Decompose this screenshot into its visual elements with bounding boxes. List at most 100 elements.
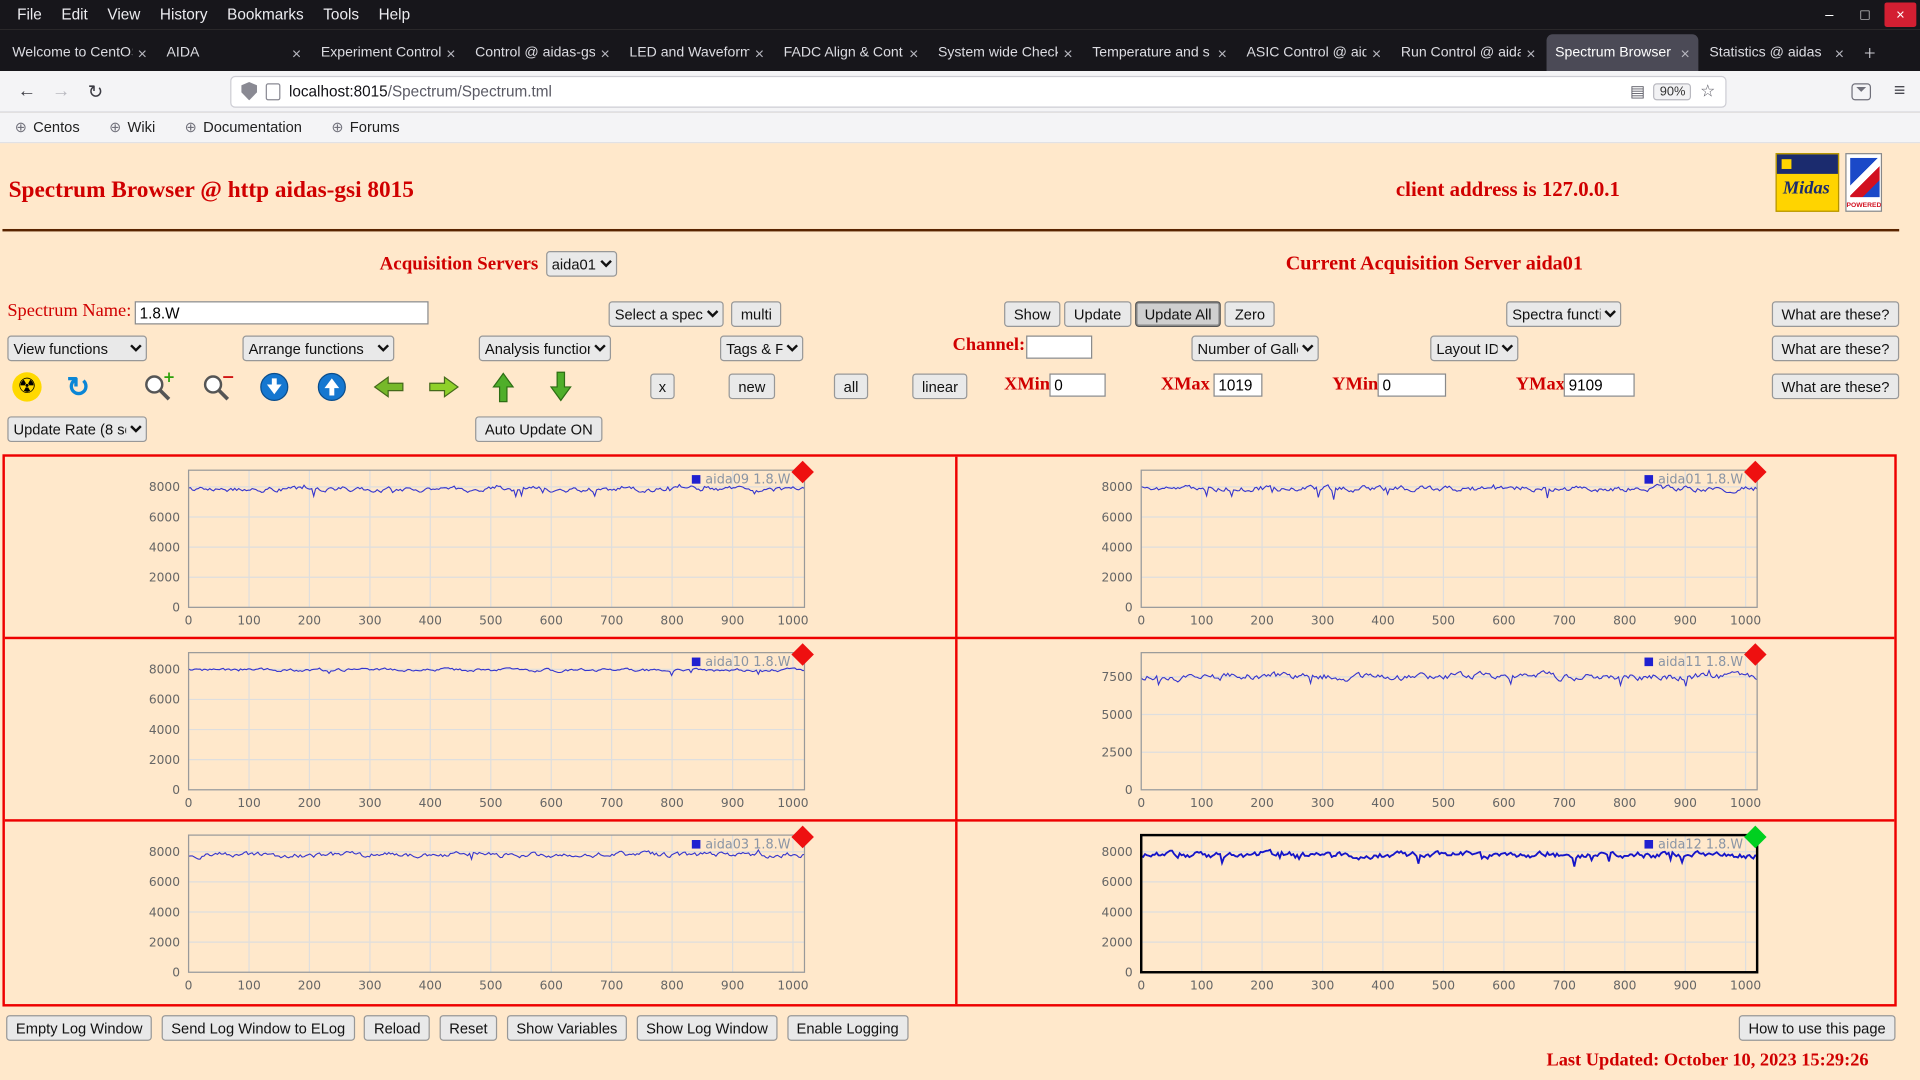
multi-button[interactable]: multi [731,301,782,327]
tab-system-wide-check[interactable]: System wide Check × [929,34,1081,71]
view-functions-dropdown[interactable]: View functions [7,335,147,362]
layout-id-dropdown[interactable]: Layout ID=7 [1430,335,1519,362]
bookmark-centos[interactable]: ⊕ Centos [15,119,80,136]
tab-close-icon[interactable]: × [1680,45,1689,61]
hamburger-menu-icon[interactable]: ≡ [1894,80,1905,102]
select-spectrum-dropdown[interactable]: Select a spectrum [608,301,724,327]
arrow-left-icon[interactable] [371,371,405,403]
spectrum-chart-aida09[interactable]: 0 2000 4000 6000 8000 0 100 200 300 400 500 600 700 8… [4,457,956,640]
powered-logo[interactable]: POWERED [1845,153,1883,212]
spectrum-chart-aida03[interactable]: 0 2000 4000 6000 8000 0 100 200 300 400 500 600 700 8… [5,822,955,1004]
new-tab-button[interactable]: + [1854,37,1886,71]
tab-spectrum-browser[interactable]: Spectrum Browser × [1546,34,1699,72]
xmax-input[interactable] [1213,373,1263,397]
tab-close-icon[interactable]: × [909,45,918,61]
tab-experiment-control[interactable]: Experiment Control × [312,34,464,71]
tab-fadc-align[interactable]: FADC Align & Cont × [775,34,927,71]
all-button[interactable]: all [833,373,869,400]
empty-log-window-button[interactable]: Empty Log Window [6,1015,153,1041]
ymax-input[interactable] [1563,373,1635,397]
arrow-right-icon[interactable] [427,371,461,403]
zoom-y-out-icon[interactable] [257,371,291,403]
reset-button[interactable]: Reset [439,1015,498,1041]
tab-close-icon[interactable]: × [755,45,764,61]
send-log-to-elog-button[interactable]: Send Log Window to ELog [161,1015,356,1041]
menu-view[interactable]: View [98,2,150,26]
midas-logo[interactable]: Midas [1775,153,1840,212]
auto-update-button[interactable]: Auto Update ON [475,416,603,443]
spectrum-chart-aida01[interactable]: 0 2000 4000 6000 8000 0 100 200 300 400 500 600 700 8… [955,456,1895,640]
spectrum-chart-aida11[interactable]: 0 2500 5000 7500 0 100 200 300 400 500 600 700 800 90… [955,639,1895,822]
tab-run-control[interactable]: Run Control @ aida × [1392,34,1544,71]
analysis-functions-dropdown[interactable]: Analysis functions [478,335,612,362]
zoom-out-icon[interactable]: − [201,371,235,403]
arrange-functions-dropdown[interactable]: Arrange functions [242,335,395,362]
tab-close-icon[interactable]: × [1526,45,1535,61]
channel-input[interactable] [1026,335,1093,359]
forward-icon[interactable]: → [44,81,78,102]
update-button[interactable]: Update [1064,301,1132,327]
tab-control-aidas[interactable]: Control @ aidas-gsi × [467,34,619,71]
radiation-icon[interactable]: ☢ [10,371,44,403]
update-rate-dropdown[interactable]: Update Rate (8 secs) [7,416,147,443]
back-icon[interactable]: ← [10,81,44,102]
tab-led-waveform[interactable]: LED and Waveform × [621,34,773,71]
acquisition-server-select[interactable]: aida01 [545,251,617,277]
show-log-window-button[interactable]: Show Log Window [636,1015,778,1041]
close-button[interactable]: × [1884,2,1917,27]
tab-close-icon[interactable]: × [600,45,609,61]
show-button[interactable]: Show [1004,301,1061,327]
what-are-these-button[interactable]: What are these? [1771,373,1900,400]
bookmark-forums[interactable]: ⊕ Forums [331,119,399,136]
what-are-these-button[interactable]: What are these? [1771,301,1900,327]
minimize-button[interactable]: – [1813,2,1845,26]
pocket-icon[interactable] [1851,82,1872,100]
tracking-protection-shield-icon[interactable] [241,82,258,101]
tab-close-icon[interactable]: × [1063,45,1072,61]
tab-statistics[interactable]: Statistics @ aidas × [1701,34,1853,71]
zoom-level-badge[interactable]: 90% [1653,82,1692,100]
tab-welcome-centos[interactable]: Welcome to CentOS × [4,34,156,71]
new-button[interactable]: new [728,373,776,400]
menu-file[interactable]: File [7,2,51,26]
linear-button[interactable]: linear [912,373,968,400]
menu-help[interactable]: Help [369,2,420,26]
tab-close-icon[interactable]: × [138,45,147,61]
enable-logging-button[interactable]: Enable Logging [786,1015,909,1041]
menu-tools[interactable]: Tools [313,2,368,26]
show-variables-button[interactable]: Show Variables [506,1015,628,1041]
update-all-button[interactable]: Update All [1134,301,1222,327]
x-button[interactable]: x [650,373,675,400]
reload-button[interactable]: Reload [364,1015,431,1041]
menu-edit[interactable]: Edit [52,2,98,26]
ymin-input[interactable] [1377,373,1447,397]
tags-fits-dropdown[interactable]: Tags & Fits [719,335,804,362]
bookmark-star-icon[interactable]: ☆ [1700,81,1715,102]
arrow-up-icon[interactable] [486,371,520,403]
url-bar[interactable]: localhost:8015/Spectrum/Spectrum.tml ▤ 9… [230,75,1727,108]
number-of-galleries-dropdown[interactable]: Number of Galleries [1191,335,1319,362]
spectrum-name-input[interactable] [134,301,429,325]
tab-aida[interactable]: AIDA × [158,34,310,71]
menu-bookmarks[interactable]: Bookmarks [217,2,313,26]
spectrum-chart-aida10[interactable]: 0 2000 4000 6000 8000 0 100 200 300 400 500 600 700 8… [4,639,956,822]
zoom-y-in-icon[interactable] [315,371,349,403]
zoom-in-icon[interactable]: + [142,371,176,403]
tab-close-icon[interactable]: × [1835,45,1844,61]
reader-mode-icon[interactable]: ▤ [1630,81,1645,101]
reload-icon[interactable]: ↻ [78,80,112,102]
tab-close-icon[interactable]: × [1218,45,1227,61]
page-info-icon[interactable] [265,82,281,100]
tab-asic-control[interactable]: ASIC Control @ aid × [1238,34,1390,71]
spectra-functions-dropdown[interactable]: Spectra functions [1506,301,1622,327]
xmin-input[interactable] [1049,373,1106,397]
bookmark-documentation[interactable]: ⊕ Documentation [185,119,302,136]
refresh-icon[interactable]: ↻ [61,370,95,403]
what-are-these-button[interactable]: What are these? [1771,335,1900,362]
how-to-use-button[interactable]: How to use this page [1738,1015,1896,1041]
spectrum-chart-aida12[interactable]: 0 2000 4000 6000 8000 0 100 200 300 400 500 600 700 8… [955,821,1894,1005]
tab-close-icon[interactable]: × [1372,45,1381,61]
tab-close-icon[interactable]: × [292,45,301,61]
tab-close-icon[interactable]: × [446,45,455,61]
zero-button[interactable]: Zero [1225,301,1275,327]
